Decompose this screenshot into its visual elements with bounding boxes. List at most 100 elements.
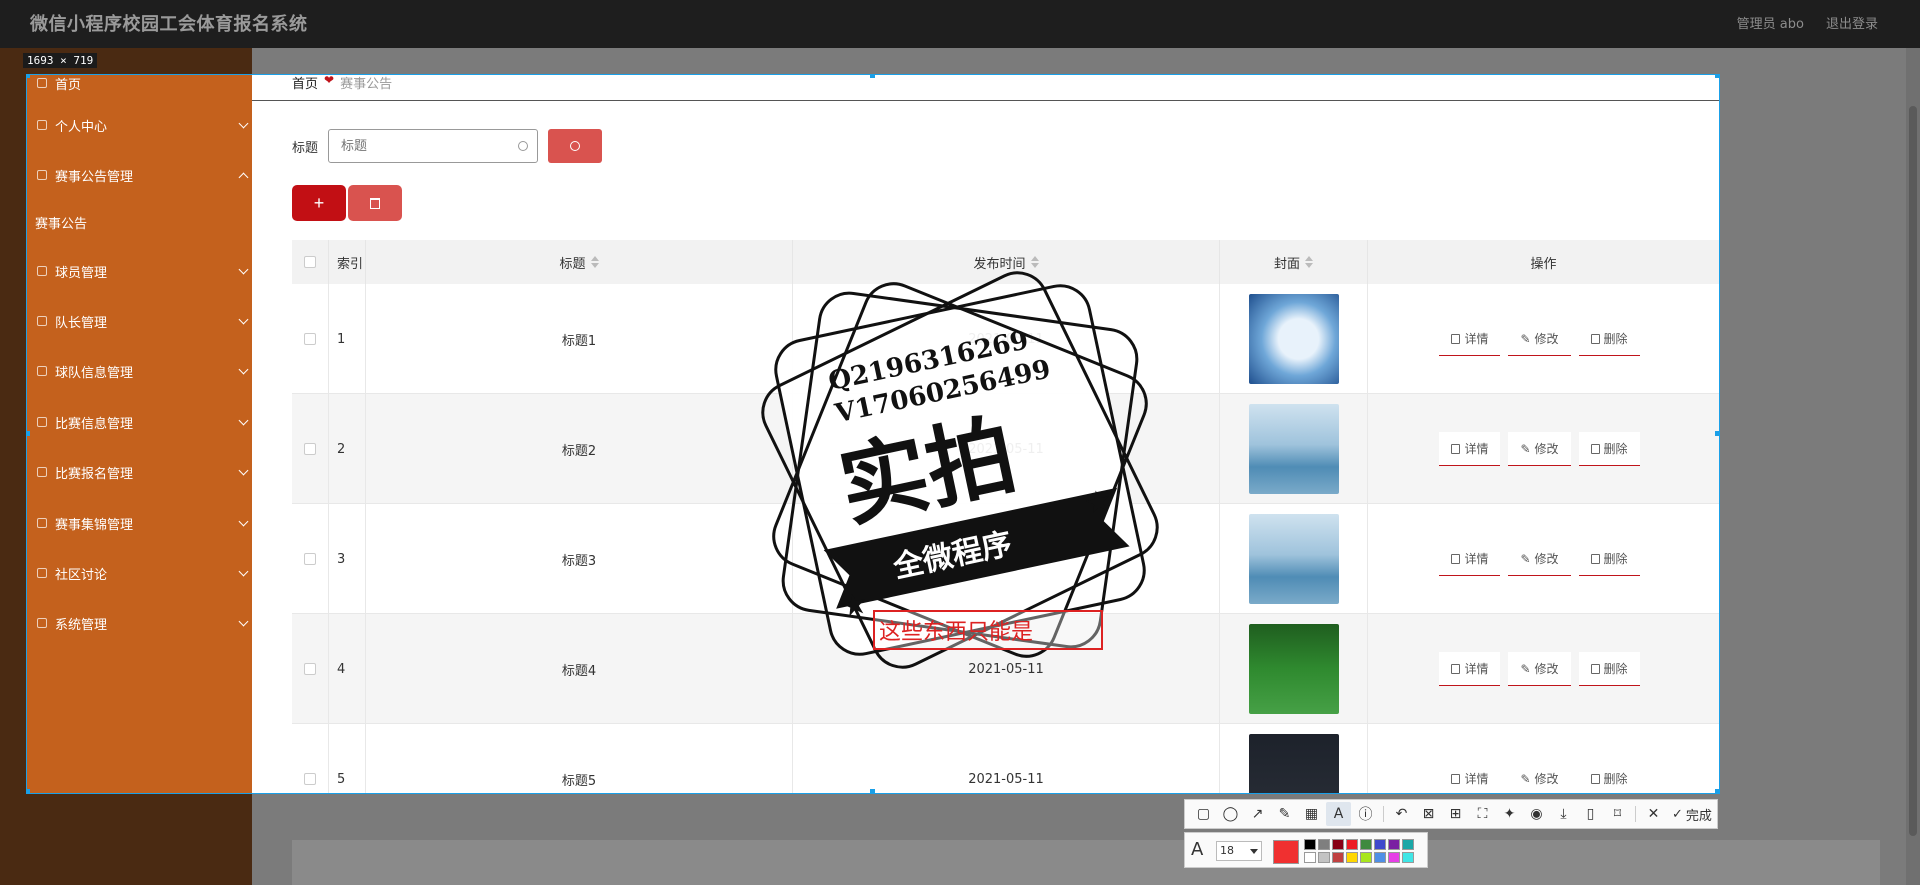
resize-handle[interactable] (870, 75, 875, 78)
header-cover[interactable]: 封面 (1220, 240, 1368, 284)
sidebar-item-highlights-mgmt[interactable]: 赛事集锦管理 (27, 503, 252, 543)
page-scrollbar-thumb[interactable] (1909, 106, 1917, 836)
add-button[interactable]: + (292, 185, 346, 221)
sidebar-item-player-mgmt[interactable]: 球员管理 (27, 251, 252, 291)
edit-button[interactable]: ✎ 修改 (1508, 432, 1571, 466)
pencil-tool-icon[interactable]: ✎ (1272, 802, 1297, 826)
color-swatch[interactable] (1346, 839, 1358, 850)
color-swatch[interactable] (1402, 839, 1414, 850)
delete-button[interactable]: 删除 (1578, 432, 1640, 466)
player-icon (37, 266, 47, 276)
color-swatch[interactable] (1346, 852, 1358, 863)
color-swatch[interactable] (1318, 839, 1330, 850)
phone-icon[interactable]: ▯ (1578, 802, 1603, 826)
breadcrumb-home[interactable]: 首页 (292, 75, 318, 92)
detail-button[interactable]: 详情 (1439, 542, 1501, 576)
sidebar-item-team-info-mgmt[interactable]: 球队信息管理 (27, 351, 252, 391)
color-swatch[interactable] (1374, 852, 1386, 863)
sidebar-item-captain-mgmt[interactable]: 队长管理 (27, 301, 252, 341)
edit-button[interactable]: ✎ 修改 (1508, 542, 1571, 576)
edit-button[interactable]: ✎ 修改 (1508, 762, 1571, 793)
text-tool-icon[interactable]: A (1326, 802, 1351, 826)
close-icon[interactable]: ✕ (1641, 802, 1666, 826)
page-scrollbar[interactable] (1906, 48, 1920, 885)
pin-icon[interactable]: ✦ (1497, 802, 1522, 826)
arrow-tool-icon[interactable]: ↗ (1245, 802, 1270, 826)
resize-handle[interactable] (1715, 75, 1719, 78)
font-size-select[interactable]: 18 (1216, 841, 1262, 861)
row-checkbox[interactable] (304, 333, 316, 345)
logout-link[interactable]: 退出登录 (1826, 13, 1878, 32)
sidebar-subitem-announcement[interactable]: 赛事公告 (35, 213, 87, 232)
done-button[interactable]: ✓ 完成 (1668, 802, 1716, 826)
annotation-text-box[interactable]: 这些东西只能是 (873, 610, 1103, 650)
undo-icon[interactable]: ↶ (1389, 802, 1414, 826)
select-all-checkbox[interactable] (304, 256, 316, 268)
sidebar-item-home[interactable]: 首页 (27, 75, 252, 103)
cover-image[interactable] (1248, 404, 1339, 494)
edit-button[interactable]: ✎ 修改 (1508, 652, 1571, 686)
sidebar-item-label: 队长管理 (55, 315, 108, 331)
color-swatch[interactable] (1304, 852, 1316, 863)
sort-icon[interactable] (1305, 256, 1313, 268)
resize-handle[interactable] (27, 789, 30, 793)
search-button[interactable] (548, 129, 603, 163)
toolbar-divider (1383, 806, 1384, 822)
sidebar-item-announcement-mgmt[interactable]: 赛事公告管理 (27, 155, 252, 195)
detail-button[interactable]: 详情 (1439, 432, 1501, 466)
batch-delete-button[interactable] (348, 185, 402, 221)
resize-handle[interactable] (27, 75, 30, 78)
detail-button[interactable]: 详情 (1439, 652, 1501, 686)
color-swatch[interactable] (1388, 839, 1400, 850)
color-swatch[interactable] (1388, 852, 1400, 863)
sidebar-item-registration-mgmt[interactable]: 比赛报名管理 (27, 452, 252, 492)
sidebar-item-community[interactable]: 社区讨论 (27, 553, 252, 593)
color-swatch[interactable] (1374, 839, 1386, 850)
delete-button[interactable]: 删除 (1578, 652, 1640, 686)
ellipse-tool-icon[interactable]: ◯ (1218, 802, 1243, 826)
delete-button[interactable]: 删除 (1578, 762, 1640, 793)
cover-image[interactable] (1248, 624, 1339, 714)
search-input[interactable] (329, 130, 510, 162)
detail-button[interactable]: 详情 (1439, 762, 1501, 793)
rectangle-tool-icon[interactable]: ▢ (1191, 802, 1216, 826)
bookmark-icon[interactable]: ⌑ (1605, 802, 1630, 826)
delete-button[interactable]: 删除 (1578, 542, 1640, 576)
row-checkbox[interactable] (304, 553, 316, 565)
sidebar-item-match-info-mgmt[interactable]: 比赛信息管理 (27, 402, 252, 442)
color-swatch[interactable] (1304, 839, 1316, 850)
translate-icon[interactable]: ⊞ (1443, 802, 1468, 826)
record-icon[interactable]: ◉ (1524, 802, 1549, 826)
row-checkbox[interactable] (304, 663, 316, 675)
sidebar-item-personal-center[interactable]: 个人中心 (27, 105, 252, 145)
mosaic-tool-icon[interactable]: ▦ (1299, 802, 1324, 826)
edit-button[interactable]: ✎ 修改 (1508, 322, 1571, 356)
search-field[interactable] (328, 129, 539, 163)
long-capture-icon[interactable]: ⛶ (1470, 802, 1495, 826)
color-swatch[interactable] (1360, 852, 1372, 863)
resize-handle[interactable] (870, 789, 875, 793)
cover-image[interactable] (1248, 734, 1339, 793)
trash-icon (1590, 443, 1600, 454)
cover-image[interactable] (1248, 294, 1339, 384)
number-tool-icon[interactable]: ⓘ (1353, 802, 1378, 826)
download-icon[interactable]: ⤓ (1551, 802, 1576, 826)
detail-button[interactable]: 详情 (1439, 322, 1501, 356)
color-swatch[interactable] (1402, 852, 1414, 863)
resize-handle[interactable] (27, 431, 30, 436)
ocr-icon[interactable]: ⊠ (1416, 802, 1441, 826)
row-checkbox[interactable] (304, 773, 316, 785)
sort-icon[interactable] (590, 256, 599, 268)
resize-handle[interactable] (1715, 431, 1719, 436)
delete-button[interactable]: 删除 (1578, 322, 1640, 356)
color-swatch[interactable] (1360, 839, 1372, 850)
color-swatch[interactable] (1332, 839, 1344, 850)
color-swatch[interactable] (1318, 852, 1330, 863)
current-color-swatch[interactable] (1273, 840, 1299, 864)
resize-handle[interactable] (1715, 789, 1719, 793)
row-checkbox[interactable] (304, 443, 316, 455)
header-title[interactable]: 标题 (366, 240, 793, 284)
color-swatch[interactable] (1332, 852, 1344, 863)
sidebar-item-system-mgmt[interactable]: 系统管理 (27, 603, 252, 643)
cover-image[interactable] (1248, 514, 1339, 604)
